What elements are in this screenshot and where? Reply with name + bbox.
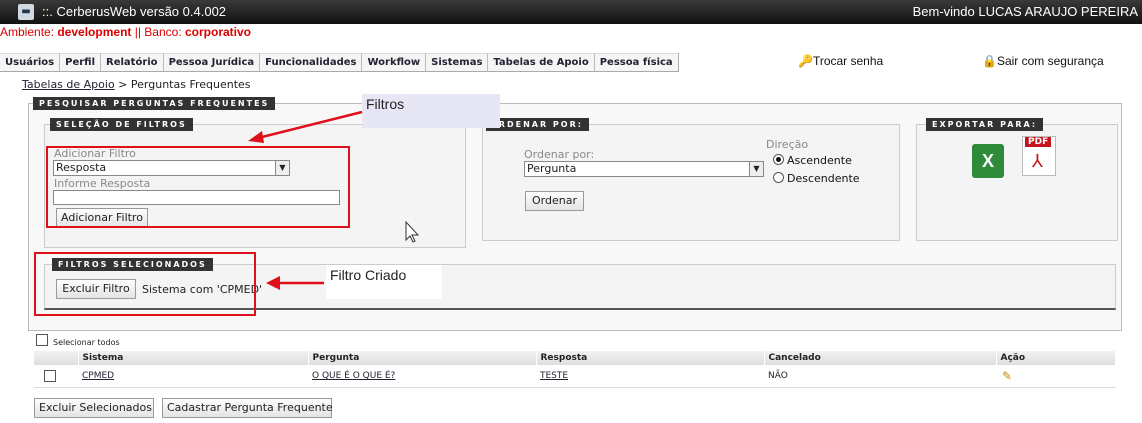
pergunta-link[interactable]: O QUE É O QUE É? — [312, 371, 395, 381]
row-checkbox-cell — [34, 365, 78, 388]
header-sistema[interactable]: Sistema — [78, 351, 309, 365]
cell-resposta: TESTE — [536, 365, 764, 388]
table-header-row: Sistema Pergunta Resposta Cancelado Ação — [34, 351, 1116, 365]
created-filter-arrowhead — [266, 276, 280, 290]
filters-arrowhead — [248, 131, 264, 143]
cell-sistema: CPMED — [78, 365, 308, 388]
sistema-link[interactable]: CPMED — [82, 371, 114, 381]
header-cancelado[interactable]: Cancelado — [764, 351, 997, 365]
mouse-cursor-icon — [405, 220, 420, 243]
edit-icon[interactable]: ✎ — [1002, 369, 1012, 383]
table-row: CPMED O QUE É O QUE É? TESTE NÃO ✎ — [34, 365, 1116, 388]
cell-cancelado: NÃO — [764, 365, 996, 388]
select-all-label: Selecionar todos — [53, 338, 120, 347]
cell-pergunta: O QUE É O QUE É? — [308, 365, 536, 388]
header-acao: Ação — [996, 351, 1116, 365]
header-resposta[interactable]: Resposta — [536, 351, 765, 365]
select-all-checkbox[interactable] — [36, 334, 48, 346]
cell-acao: ✎ — [996, 365, 1116, 388]
resposta-link[interactable]: TESTE — [540, 371, 568, 381]
questions-table: Sistema Pergunta Resposta Cancelado Ação… — [34, 351, 1116, 388]
header-checkbox-col — [34, 351, 79, 365]
header-pergunta[interactable]: Pergunta — [308, 351, 537, 365]
row-checkbox[interactable] — [44, 370, 56, 382]
delete-selected-button[interactable]: Excluir Selecionados — [34, 398, 154, 418]
filters-arrow — [257, 110, 363, 140]
register-faq-button[interactable]: Cadastrar Pergunta Frequente — [162, 398, 333, 418]
